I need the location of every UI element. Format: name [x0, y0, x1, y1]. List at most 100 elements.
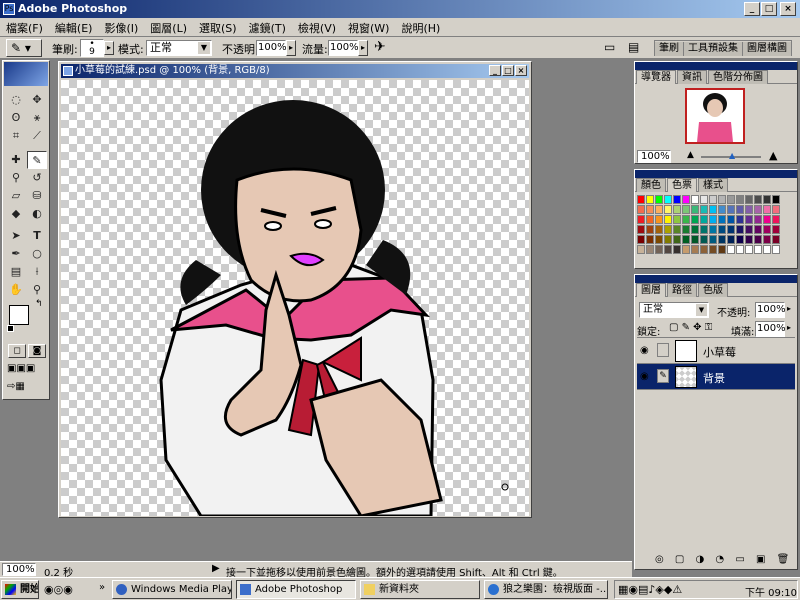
- swatch-cell[interactable]: [664, 195, 672, 204]
- swatch-cell[interactable]: [727, 195, 735, 204]
- screen-mode-icons[interactable]: ▣▣▣: [7, 363, 35, 374]
- swatch-cell[interactable]: [718, 225, 726, 234]
- layer-action-buttons[interactable]: ◎ ▢ ◑ ◔ ▭ ▣ 🗑: [655, 554, 793, 565]
- photoshop-app-icon[interactable]: Ps: [3, 3, 15, 15]
- opacity-input[interactable]: 100%: [256, 40, 287, 56]
- swatch-cell[interactable]: [736, 235, 744, 244]
- menu-select[interactable]: 選取(S): [193, 18, 243, 38]
- swatch-cell[interactable]: [718, 235, 726, 244]
- marquee-tool-icon[interactable]: ◌: [6, 91, 26, 109]
- brush-tool-icon[interactable]: ✎: [27, 151, 47, 169]
- swatch-cell[interactable]: [682, 205, 690, 214]
- swatch-cell[interactable]: [727, 235, 735, 244]
- palette-well-tab-brushes[interactable]: 筆刷: [655, 42, 684, 56]
- swatch-cell[interactable]: [763, 245, 771, 254]
- swatch-cell[interactable]: [709, 215, 717, 224]
- swatch-cell[interactable]: [700, 215, 708, 224]
- blur-tool-icon[interactable]: ◆: [6, 205, 26, 223]
- swatch-cell[interactable]: [772, 235, 780, 244]
- start-button[interactable]: 開始: [1, 580, 39, 599]
- swatch-cell[interactable]: [763, 195, 771, 204]
- swatch-cell[interactable]: [754, 225, 762, 234]
- swatches-panel-titlebar[interactable]: [635, 170, 797, 178]
- flow-slider-button[interactable]: ▸: [358, 40, 368, 56]
- crop-tool-icon[interactable]: ⌗: [6, 127, 26, 145]
- palette-well-tab-presets[interactable]: 工具預設集: [684, 42, 743, 56]
- swatch-cell[interactable]: [736, 195, 744, 204]
- swatch-cell[interactable]: [745, 195, 753, 204]
- palette-well-tab-comps[interactable]: 圖層構圖: [743, 42, 791, 56]
- swatch-cell[interactable]: [727, 205, 735, 214]
- swatch-cell[interactable]: [655, 195, 663, 204]
- pen-tool-icon[interactable]: ✒: [6, 245, 26, 263]
- swatch-cell[interactable]: [691, 245, 699, 254]
- swatch-cell[interactable]: [700, 235, 708, 244]
- blend-mode-select[interactable]: 正常 ▼: [639, 302, 709, 318]
- swatch-cell[interactable]: [763, 225, 771, 234]
- swap-colors-icon[interactable]: ↰: [35, 299, 43, 309]
- flow-input[interactable]: 100%: [328, 40, 359, 56]
- path-selection-tool-icon[interactable]: ➤: [6, 227, 26, 245]
- brush-active-icon[interactable]: ✎: [657, 369, 669, 383]
- menu-help[interactable]: 說明(H): [395, 18, 446, 38]
- swatch-cell[interactable]: [709, 195, 717, 204]
- swatch-cell[interactable]: [700, 205, 708, 214]
- hand-tool-icon[interactable]: ✋: [6, 281, 26, 299]
- slider-handle-icon[interactable]: ▲: [729, 151, 735, 160]
- swatch-cell[interactable]: [763, 205, 771, 214]
- move-tool-icon[interactable]: ✥: [27, 91, 47, 109]
- swatch-cell[interactable]: [646, 225, 654, 234]
- image-canvas[interactable]: [61, 80, 529, 516]
- file-browser-icon[interactable]: ▭: [604, 40, 615, 54]
- fill-input[interactable]: 100%: [755, 321, 786, 337]
- menu-file[interactable]: 檔案(F): [0, 18, 49, 38]
- swatch-cell[interactable]: [700, 225, 708, 234]
- close-button[interactable]: ×: [780, 2, 796, 16]
- mode-select[interactable]: 正常 ▼: [146, 40, 212, 56]
- opacity-arrow-icon[interactable]: ▸: [787, 304, 791, 313]
- tab-styles[interactable]: 樣式: [698, 178, 728, 192]
- eye-icon[interactable]: ◉: [640, 371, 649, 382]
- task-photoshop[interactable]: Adobe Photoshop: [236, 580, 356, 599]
- notes-tool-icon[interactable]: ▤: [6, 263, 26, 281]
- quick-launch-more-icon[interactable]: »: [99, 582, 105, 593]
- menu-view[interactable]: 檢視(V): [292, 18, 342, 38]
- swatch-cell[interactable]: [682, 225, 690, 234]
- history-brush-tool-icon[interactable]: ↺: [27, 169, 47, 187]
- status-arrow-icon[interactable]: ▶: [212, 563, 220, 574]
- doc-maximize-button[interactable]: □: [502, 65, 514, 76]
- doc-close-button[interactable]: ×: [515, 65, 527, 76]
- swatch-cell[interactable]: [709, 235, 717, 244]
- swatch-cell[interactable]: [637, 205, 645, 214]
- swatch-cell[interactable]: [745, 245, 753, 254]
- task-new-folder[interactable]: 新資料夾: [360, 580, 480, 599]
- opacity-slider-button[interactable]: ▸: [286, 40, 296, 56]
- menu-filter[interactable]: 濾鏡(T): [243, 18, 292, 38]
- menu-window[interactable]: 視窗(W): [342, 18, 395, 38]
- document-window[interactable]: 小草莓的試練.psd @ 100% (背景, RGB/8) _ □ ×: [58, 61, 532, 518]
- swatch-cell[interactable]: [718, 245, 726, 254]
- brush-size-picker[interactable]: • 9: [80, 39, 104, 57]
- swatch-cell[interactable]: [673, 205, 681, 214]
- swatch-cell[interactable]: [745, 205, 753, 214]
- swatch-cell[interactable]: [682, 215, 690, 224]
- link-box[interactable]: [657, 343, 669, 357]
- swatch-cell[interactable]: [664, 245, 672, 254]
- swatch-cell[interactable]: [664, 215, 672, 224]
- eyedropper-tool-icon[interactable]: ⟊: [27, 263, 47, 281]
- swatch-cell[interactable]: [682, 245, 690, 254]
- swatch-cell[interactable]: [655, 225, 663, 234]
- swatch-cell[interactable]: [655, 235, 663, 244]
- menu-layer[interactable]: 圖層(L): [144, 18, 193, 38]
- swatch-cell[interactable]: [709, 245, 717, 254]
- print-icon[interactable]: ▤: [628, 40, 639, 54]
- clone-stamp-tool-icon[interactable]: ⚲: [6, 169, 26, 187]
- swatch-cell[interactable]: [682, 195, 690, 204]
- shape-tool-icon[interactable]: ○: [27, 245, 47, 263]
- swatch-cell[interactable]: [691, 195, 699, 204]
- paint-bucket-tool-icon[interactable]: ⛁: [27, 187, 47, 205]
- swatch-cell[interactable]: [637, 195, 645, 204]
- tab-channels[interactable]: 色版: [698, 283, 728, 297]
- lasso-tool-icon[interactable]: ʘ: [6, 109, 26, 127]
- doc-minimize-button[interactable]: _: [489, 65, 501, 76]
